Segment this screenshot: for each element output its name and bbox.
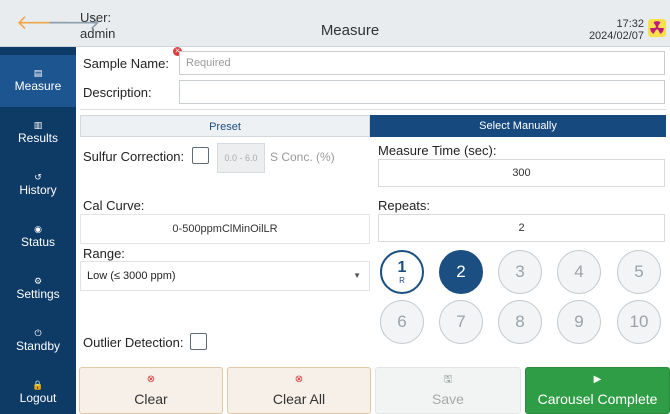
status-icon: ◉	[34, 224, 42, 234]
sidebar-item-history[interactable]: ↺ History	[0, 159, 76, 211]
range-value: Low (≤ 3000 ppm)	[87, 270, 176, 282]
sidebar-item-label: Results	[17, 131, 58, 145]
range-select[interactable]: Low (≤ 3000 ppm) ▼	[80, 261, 370, 291]
sulfur-correction-checkbox[interactable]	[192, 147, 209, 164]
carousel-complete-button[interactable]: ▶ Carousel Complete	[525, 367, 670, 414]
sidebar-item-results[interactable]: ▥ Results	[0, 107, 76, 159]
save-label: Save	[432, 391, 464, 407]
clear-icon: ⊗	[146, 374, 156, 385]
position-2-button[interactable]: 2	[439, 250, 483, 294]
user-label: User:	[80, 10, 112, 25]
carousel-complete-label: Carousel Complete	[537, 391, 658, 407]
sidebar-item-label: Measure	[14, 79, 62, 93]
history-icon: ↺	[34, 172, 42, 182]
radiation-icon	[648, 19, 666, 37]
position-9-button[interactable]: 9	[557, 300, 601, 344]
sample-name-label: Sample Name:	[83, 56, 169, 71]
position-sub-label: R	[399, 276, 405, 285]
outlier-detection-checkbox[interactable]	[190, 333, 207, 350]
position-number: 1	[397, 259, 407, 276]
sidebar-item-label: Standby	[15, 339, 61, 353]
position-8-button[interactable]: 8	[498, 300, 542, 344]
tab-select-manually[interactable]: Select Manually	[370, 115, 666, 137]
clear-label: Clear	[134, 391, 168, 407]
position-1-button[interactable]: 1 R	[380, 250, 424, 294]
time-text: 17:32	[616, 18, 644, 30]
sidebar-item-label: History	[19, 183, 57, 197]
tab-preset[interactable]: Preset	[80, 115, 370, 137]
position-5-button[interactable]: 5	[617, 250, 661, 294]
save-button[interactable]: 🖫 Save	[375, 367, 521, 414]
description-label: Description:	[83, 85, 152, 100]
sample-name-input[interactable]: Required	[179, 51, 665, 75]
power-icon: ⏻	[34, 328, 42, 338]
user-name: admin	[80, 26, 116, 41]
measure-icon: ▤	[33, 68, 43, 78]
measure-form: ✕ Sample Name: Required Description: Pre…	[76, 47, 670, 367]
sulfur-unit-label: S Conc. (%)	[270, 150, 335, 164]
dropdown-arrow-icon: ▼	[353, 271, 361, 280]
sulfur-correction-label: Sulfur Correction:	[83, 149, 185, 164]
description-input[interactable]	[179, 80, 665, 104]
measure-time-input[interactable]: 300	[378, 159, 665, 187]
divider	[80, 109, 666, 110]
sidebar-item-measure[interactable]: ▤ Measure	[0, 55, 76, 107]
page-title: Measure	[320, 22, 380, 39]
save-icon: 🖫	[443, 374, 453, 385]
clear-all-label: Clear All	[272, 391, 326, 407]
clear-all-icon: ⊗	[294, 374, 304, 385]
lock-icon: 🔒	[32, 380, 44, 390]
clear-button[interactable]: ⊗ Clear	[79, 367, 223, 414]
sidebar-item-settings[interactable]: ⚙ Settings	[0, 263, 76, 315]
sulfur-concentration-input[interactable]: 0.0 - 6.0	[217, 143, 265, 173]
sidebar-item-logout[interactable]: 🔒 Logout	[0, 367, 76, 414]
repeats-input[interactable]: 2	[378, 214, 665, 242]
sidebar-item-label: Logout	[19, 391, 57, 405]
position-10-button[interactable]: 10	[617, 300, 661, 344]
play-icon: ▶	[593, 374, 602, 385]
position-4-button[interactable]: 4	[557, 250, 601, 294]
outlier-detection-label: Outlier Detection:	[83, 335, 184, 350]
app-header: 🡐 🡒 User: admin Measure 17:32 2024/02/07	[0, 0, 670, 47]
user-info: User: admin	[80, 10, 115, 42]
cal-curve-label: Cal Curve:	[83, 198, 145, 213]
datetime: 17:32 2024/02/07	[589, 18, 644, 42]
settings-icon: ⚙	[33, 276, 43, 286]
range-label: Range:	[83, 246, 125, 261]
position-3-button[interactable]: 3	[498, 250, 542, 294]
results-icon: ▥	[33, 120, 43, 130]
sidebar-item-standby[interactable]: ⏻ Standby	[0, 315, 76, 367]
sidebar-item-status[interactable]: ◉ Status	[0, 211, 76, 263]
position-6-button[interactable]: 6	[380, 300, 424, 344]
cal-curve-select[interactable]: 0-500ppmClMinOilLR	[80, 214, 370, 244]
position-7-button[interactable]: 7	[439, 300, 483, 344]
sidebar: ▤ Measure ▥ Results ↺ History ◉ Status ⚙…	[0, 47, 76, 414]
repeats-label: Repeats:	[378, 198, 431, 213]
date-text: 2024/02/07	[588, 30, 644, 42]
sidebar-item-label: Status	[20, 235, 56, 249]
sidebar-item-label: Settings	[16, 287, 60, 301]
measure-time-label: Measure Time (sec):	[378, 143, 497, 158]
clear-all-button[interactable]: ⊗ Clear All	[227, 367, 371, 414]
action-bar: ⊗ Clear ⊗ Clear All 🖫 Save ▶ Carousel Co…	[76, 367, 670, 414]
